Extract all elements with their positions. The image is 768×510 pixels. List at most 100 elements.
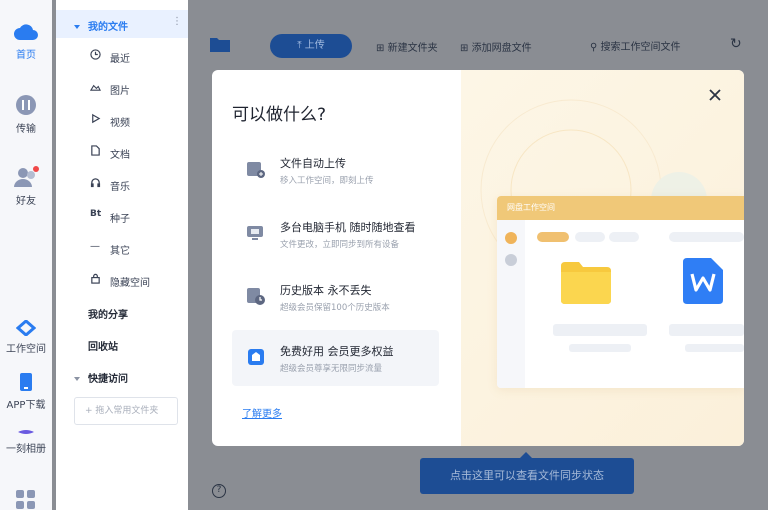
upload-icon: ⤒: [297, 40, 302, 51]
feature-title: 多台电脑手机 随时随地查看: [280, 221, 416, 234]
workspace-icon: [16, 320, 36, 336]
nav-item-images[interactable]: 图片: [90, 82, 130, 97]
feature-subtitle: 文件更改，立即同步到所有设备: [280, 240, 400, 250]
feature-subtitle: 移入工作空间，即刻上传: [280, 176, 374, 186]
chevron-down-icon: [74, 25, 80, 29]
rail-item-label: 传输: [16, 124, 36, 135]
illustration-bar: [685, 344, 744, 352]
feature-title: 历史版本 永不丢失: [280, 284, 372, 297]
rail-item-home[interactable]: 首页: [0, 22, 52, 61]
nav-item-label: 隐藏空间: [110, 278, 150, 289]
help-icon[interactable]: ?: [212, 484, 226, 498]
bt-icon: Bt: [90, 209, 102, 219]
nav-item-label: 图片: [110, 86, 130, 97]
add-cloud-file-label: 添加网盘文件: [471, 43, 532, 54]
folder-icon: [561, 262, 611, 304]
add-file-icon: ⊞: [460, 43, 469, 54]
nav-item-hidden-space[interactable]: 隐藏空间: [90, 273, 150, 289]
rail-item-transfer[interactable]: 传输: [0, 94, 52, 135]
document-icon: [91, 145, 100, 156]
cloud-icon: [14, 24, 38, 40]
illustration-bar: [669, 232, 744, 242]
friends-icon: [14, 166, 39, 187]
feature-title: 免费好用 会员更多权益: [280, 345, 394, 358]
feature-history: 历史版本 永不丢失 超级会员保留100个历史版本: [232, 269, 439, 325]
rail-item-label: 工作空间: [6, 344, 46, 355]
add-favorite-folder-dropzone[interactable]: + 拖入常用文件夹: [74, 397, 178, 425]
nav-my-share[interactable]: 我的分享: [88, 306, 128, 321]
image-icon: [90, 84, 101, 91]
rail-item-label: 首页: [16, 50, 36, 61]
nav-my-files-label: 我的文件: [88, 22, 128, 33]
upload-label: 上传: [304, 40, 325, 51]
rail-item-app-download[interactable]: APP下载: [0, 372, 52, 411]
refresh-icon[interactable]: ↻: [730, 36, 742, 52]
rail-item-workspace[interactable]: 工作空间: [0, 320, 52, 355]
search-input[interactable]: ⚲ 搜索工作空间文件: [590, 38, 681, 53]
left-rail: 首页 传输 好友 工作空间 APP下载 一刻相册: [0, 0, 52, 510]
nav-item-label: 视频: [110, 118, 130, 129]
rail-item-label: 好友: [16, 196, 36, 207]
nav-item-recent[interactable]: 最近: [90, 49, 130, 65]
nav-item-label: 其它: [110, 246, 130, 257]
workspace-illustration: 网盘工作空间: [497, 196, 744, 388]
sync-status-tooltip[interactable]: 点击这里可以查看文件同步状态: [420, 452, 634, 494]
add-cloud-file-button[interactable]: ⊞ 添加网盘文件: [460, 39, 532, 54]
illustration-bar: [537, 232, 569, 242]
new-folder-button[interactable]: ⊞ 新建文件夹: [376, 39, 438, 54]
nav-item-label: 种子: [110, 214, 130, 225]
more-icon[interactable]: ⋮: [172, 16, 182, 27]
upload-button[interactable]: ⤒ 上传: [270, 34, 352, 58]
play-icon: [92, 113, 101, 124]
feature-intro-modal: 可以做什么? 文件自动上传 移入工作空间，即刻上传 多台电脑手机 随时随地查看 …: [212, 70, 744, 446]
illustration-bar: [569, 344, 631, 352]
search-placeholder: 搜索工作空间文件: [600, 42, 681, 53]
modal-title: 可以做什么?: [232, 105, 327, 125]
transfer-icon: [16, 95, 36, 115]
nav-item-music[interactable]: 音乐: [90, 178, 130, 193]
phone-icon: [20, 373, 32, 391]
apps-grid-icon[interactable]: [16, 490, 36, 510]
nav-my-files[interactable]: 我的文件 ⋮: [56, 10, 188, 38]
feature-title: 文件自动上传: [280, 157, 346, 170]
nav-quick-access-label: 快捷访问: [88, 374, 128, 385]
nav-recycle-bin[interactable]: 回收站: [88, 338, 118, 353]
rail-item-label: APP下载: [6, 400, 46, 411]
close-icon[interactable]: [708, 88, 722, 102]
illustration-bar: [609, 232, 639, 242]
clock-icon: [90, 49, 101, 60]
chevron-down-icon: [74, 377, 80, 381]
rail-item-album[interactable]: 一刻相册: [0, 428, 52, 455]
dash-icon: —: [90, 241, 100, 252]
multi-device-icon: [247, 226, 263, 240]
word-file-icon: [683, 258, 723, 304]
nav-item-docs[interactable]: 文档: [90, 145, 130, 161]
nav-item-label: 最近: [110, 54, 130, 65]
illustration-header: 网盘工作空间: [497, 196, 744, 220]
illustration-dot: [505, 254, 517, 266]
nav-item-torrents[interactable]: Bt 种子: [90, 209, 130, 225]
illustration-bar: [669, 324, 744, 336]
search-icon: ⚲: [590, 42, 598, 53]
new-folder-icon: ⊞: [376, 43, 385, 54]
nav-item-label: 文档: [110, 150, 130, 161]
rail-item-friends[interactable]: 好友: [0, 166, 52, 207]
member-icon: [248, 349, 264, 365]
nav-item-videos[interactable]: 视频: [90, 113, 130, 129]
nav-quick-access[interactable]: 快捷访问: [74, 370, 128, 385]
feature-auto-upload: 文件自动上传 移入工作空间，即刻上传: [232, 142, 439, 198]
illustration-dot: [505, 232, 517, 244]
lock-icon: [91, 273, 100, 284]
folder-icon: [210, 38, 230, 52]
new-folder-label: 新建文件夹: [387, 43, 438, 54]
feature-member[interactable]: 免费好用 会员更多权益 超级会员尊享无限同步流量: [232, 330, 439, 386]
illustration-bar: [575, 232, 605, 242]
learn-more-link[interactable]: 了解更多: [242, 405, 282, 420]
history-icon: [247, 288, 265, 305]
nav-item-others[interactable]: — 其它: [90, 241, 130, 257]
auto-upload-icon: [247, 162, 265, 178]
nav-item-label: 音乐: [110, 182, 130, 193]
album-icon: [18, 430, 34, 434]
feature-subtitle: 超级会员尊享无限同步流量: [280, 364, 383, 374]
rail-item-label: 一刻相册: [6, 444, 46, 455]
